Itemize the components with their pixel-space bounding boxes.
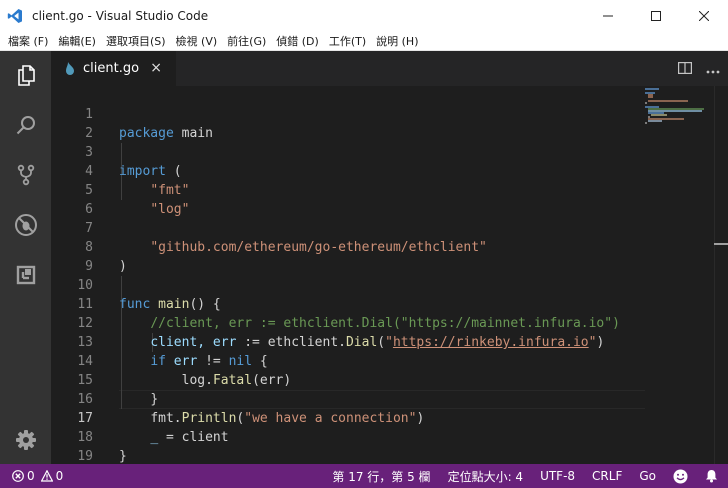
extensions-icon[interactable] (0, 251, 51, 299)
menu-go[interactable]: 前往(G) (222, 33, 271, 49)
files-icon[interactable] (0, 51, 51, 99)
indentation[interactable]: 定位點大小: 4 (448, 468, 524, 485)
status-bar: 0 0 第 17 行，第 5 欄 定位點大小: 4 UTF-8 CRLF Go (0, 464, 728, 488)
code-line: 16 fmt.Println("we have a connection") (51, 371, 651, 426)
code-line: 13 if err != nil { (51, 314, 651, 369)
maximize-icon[interactable] (632, 0, 680, 31)
code-line: 12 client, err := ethclient.Dial("https:… (51, 295, 651, 350)
code-editor[interactable]: 1 package main 2 3 import ( 4 "fmt" 5 "l… (51, 86, 728, 464)
menu-file[interactable]: 檔案 (F) (3, 33, 53, 49)
settings-gear-icon[interactable] (0, 416, 51, 464)
tab-close-icon[interactable]: × (150, 60, 162, 76)
code-line-active: 17 _ = client (51, 390, 651, 445)
code-line: 8 ) (51, 219, 651, 274)
smiley-icon[interactable] (673, 469, 688, 484)
tab-strip: client.go × (51, 51, 728, 86)
tab-label: client.go (83, 61, 140, 76)
code-line: 1 package main (51, 86, 651, 141)
activity-bar (0, 51, 51, 464)
code-line: 14 log.Fatal(err) (51, 333, 651, 388)
source-control-icon[interactable] (0, 151, 51, 199)
code-line: 3 import ( (51, 124, 651, 179)
minimize-icon[interactable] (584, 0, 632, 31)
error-icon (12, 470, 24, 482)
warning-icon (40, 470, 53, 482)
problems-indicator[interactable]: 0 0 (12, 469, 63, 483)
window-title: client.go - Visual Studio Code (32, 8, 209, 23)
search-icon[interactable] (0, 101, 51, 149)
code-line: 6 (51, 181, 651, 217)
menu-edit[interactable]: 編輯(E) (53, 33, 101, 49)
minimap[interactable] (643, 86, 713, 464)
menu-help[interactable]: 說明 (H) (371, 33, 423, 49)
menu-bar: 檔案 (F) 編輯(E) 選取項目(S) 檢視 (V) 前往(G) 偵錯 (D)… (0, 31, 728, 51)
go-file-icon (65, 61, 77, 77)
code-line: 10 func main() { (51, 257, 651, 312)
warning-count: 0 (55, 469, 64, 483)
code-line: 18 } (51, 409, 651, 464)
menu-tasks[interactable]: 工作(T) (324, 33, 371, 49)
code-line: 11 //client, err := ethclient.Dial("http… (51, 276, 651, 331)
code-line: 15 } (51, 352, 651, 407)
menu-debug[interactable]: 偵錯 (D) (271, 33, 324, 49)
end-of-line[interactable]: CRLF (592, 469, 622, 483)
editor-actions (678, 51, 720, 86)
vertical-scrollbar[interactable] (714, 86, 728, 464)
split-editor-icon[interactable] (678, 59, 693, 78)
code-line: 19 (51, 428, 651, 464)
code-line: 4 "fmt" (51, 143, 651, 198)
language-mode[interactable]: Go (639, 469, 656, 483)
code-line: 9 (51, 238, 651, 274)
bell-icon[interactable] (705, 469, 718, 483)
cursor-position[interactable]: 第 17 行，第 5 欄 (332, 468, 430, 485)
more-actions-icon[interactable] (706, 59, 720, 78)
title-bar: client.go - Visual Studio Code (0, 0, 728, 31)
vscode-logo-icon (6, 7, 24, 25)
status-bar-right: 第 17 行，第 5 欄 定位點大小: 4 UTF-8 CRLF Go (332, 464, 718, 488)
code-line: 5 "log" (51, 162, 651, 217)
encoding[interactable]: UTF-8 (540, 469, 575, 483)
menu-selection[interactable]: 選取項目(S) (101, 33, 171, 49)
close-icon[interactable] (680, 0, 728, 31)
debug-icon[interactable] (0, 201, 51, 249)
code-line: 7 "github.com/ethereum/go-ethereum/ethcl… (51, 200, 651, 255)
menu-view[interactable]: 檢視 (V) (171, 33, 223, 49)
code-line: 2 (51, 105, 651, 141)
error-count: 0 (27, 469, 35, 483)
tab-client-go[interactable]: client.go × (51, 51, 176, 86)
scrollbar-cursor-marker (714, 243, 728, 245)
